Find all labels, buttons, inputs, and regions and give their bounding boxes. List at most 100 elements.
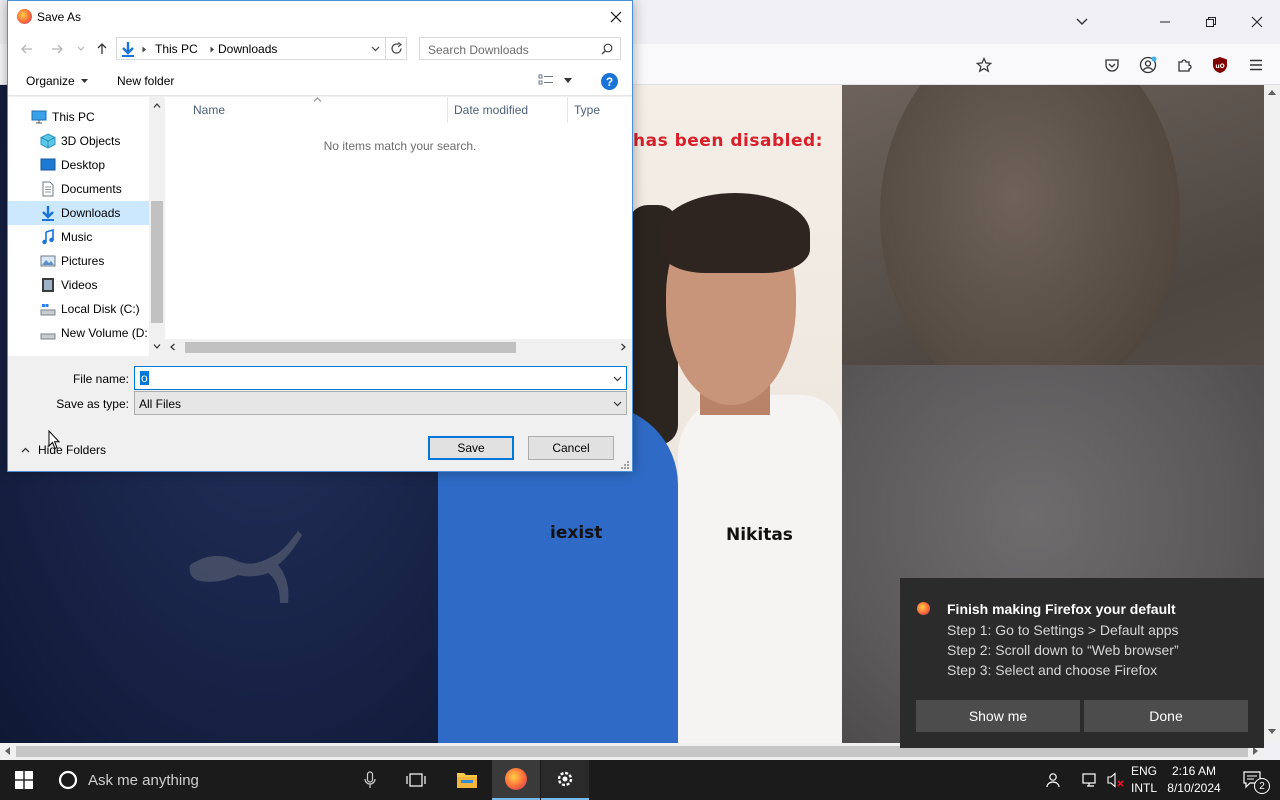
- tree-item-local-disk-c[interactable]: Local Disk (C:): [8, 297, 149, 321]
- chevron-down-icon: [77, 46, 85, 51]
- chevron-down-icon[interactable]: [613, 376, 622, 382]
- save-button[interactable]: Save: [428, 436, 514, 460]
- search-input[interactable]: Search Downloads: [419, 37, 621, 60]
- extensions-icon[interactable]: [1171, 52, 1197, 78]
- back-button[interactable]: [18, 40, 36, 58]
- column-header-type[interactable]: Type: [574, 103, 600, 117]
- disabled-caption: has been disabled:: [633, 131, 823, 151]
- puma-logo: [189, 531, 302, 603]
- tree-item-music[interactable]: Music: [8, 225, 149, 249]
- network-icon: [1082, 773, 1096, 787]
- recent-locations-button[interactable]: [72, 40, 90, 58]
- new-folder-button[interactable]: New folder: [117, 74, 174, 88]
- resize-grip-icon[interactable]: [620, 460, 630, 470]
- menu-icon[interactable]: [1243, 52, 1269, 78]
- tree-item-label: Desktop: [61, 158, 106, 172]
- tree-item-desktop[interactable]: Desktop: [8, 153, 149, 177]
- hide-folders-button[interactable]: Hide Folders: [21, 443, 106, 457]
- scroll-left-icon[interactable]: [4, 747, 10, 755]
- chevron-down-icon: [613, 401, 622, 407]
- page-vertical-scrollbar[interactable]: [1264, 85, 1280, 743]
- up-arrow-icon: [97, 43, 107, 54]
- account-icon[interactable]: [1135, 52, 1161, 78]
- dialog-titlebar[interactable]: Save As: [8, 1, 632, 32]
- up-button[interactable]: [93, 40, 111, 58]
- address-bar[interactable]: This PC Downloads: [116, 37, 407, 60]
- settings-taskbar-button[interactable]: [541, 760, 589, 800]
- volume-button[interactable]: [1104, 760, 1128, 800]
- forward-button[interactable]: [48, 40, 66, 58]
- search-placeholder: Search Downloads: [428, 43, 529, 57]
- scroll-right-icon[interactable]: [621, 343, 626, 351]
- task-view-button[interactable]: [392, 760, 440, 800]
- tree-item-new-volume-d[interactable]: New Volume (D:: [8, 321, 149, 345]
- tree-scrollbar[interactable]: [149, 97, 165, 356]
- dialog-address-row: This PC Downloads Search Downloads: [8, 32, 632, 66]
- file-name-input[interactable]: o: [134, 366, 627, 390]
- tree-item-videos[interactable]: Videos: [8, 273, 149, 297]
- column-divider[interactable]: [567, 97, 568, 123]
- minimize-button[interactable]: [1150, 8, 1180, 36]
- bookmark-star-icon[interactable]: [971, 52, 997, 78]
- tree-item-this-pc[interactable]: This PC: [8, 105, 149, 129]
- organize-button[interactable]: Organize: [26, 74, 88, 88]
- file-name-label: File name:: [72, 372, 129, 386]
- clock-time[interactable]: 2:16 AM: [1162, 764, 1226, 778]
- column-divider[interactable]: [447, 97, 448, 123]
- cortana-icon: [58, 770, 78, 790]
- view-options-button[interactable]: [538, 73, 572, 87]
- clock-date[interactable]: 8/10/2024: [1162, 781, 1226, 795]
- tree-scroll-thumb[interactable]: [151, 201, 163, 323]
- dialog-toolbar: Organize New folder ?: [8, 66, 632, 96]
- microphone-icon[interactable]: [364, 771, 376, 789]
- people-button[interactable]: [1032, 760, 1076, 800]
- close-window-button[interactable]: [1242, 8, 1272, 36]
- refresh-icon[interactable]: [390, 42, 403, 55]
- pocket-icon[interactable]: [1099, 52, 1125, 78]
- scroll-right-icon[interactable]: [1253, 747, 1259, 755]
- forward-arrow-icon: [52, 44, 63, 54]
- address-dropdown-icon[interactable]: [371, 46, 380, 52]
- file-list-hscroll-thumb[interactable]: [185, 342, 516, 353]
- input-language-top[interactable]: ENG: [1128, 764, 1160, 778]
- column-header-name[interactable]: Name: [193, 103, 225, 117]
- file-explorer-taskbar-button[interactable]: [443, 760, 491, 800]
- help-icon[interactable]: ?: [601, 73, 618, 90]
- tree-item-downloads[interactable]: Downloads: [8, 201, 149, 225]
- breadcrumb-downloads[interactable]: Downloads: [218, 42, 277, 56]
- chevron-up-icon: [21, 447, 30, 453]
- show-me-button[interactable]: Show me: [916, 700, 1080, 732]
- scroll-left-icon[interactable]: [170, 343, 175, 351]
- firefox-taskbar-button[interactable]: [492, 760, 540, 800]
- tree-item-documents[interactable]: Documents: [8, 177, 149, 201]
- scroll-down-icon[interactable]: [1268, 729, 1276, 735]
- scroll-up-icon[interactable]: [153, 103, 161, 108]
- list-all-tabs-icon[interactable]: [1067, 8, 1097, 36]
- cancel-button[interactable]: Cancel: [528, 436, 614, 460]
- breadcrumb-this-pc[interactable]: This PC: [155, 42, 198, 56]
- action-center-button[interactable]: 2: [1232, 760, 1272, 800]
- breadcrumb-separator-icon: [210, 46, 214, 53]
- file-list: Name Date modified Type No items match y…: [165, 97, 632, 339]
- dialog-close-button[interactable]: [602, 4, 630, 30]
- restore-button[interactable]: [1196, 8, 1226, 36]
- save-as-type-select[interactable]: All Files: [134, 391, 627, 415]
- start-button[interactable]: [0, 760, 48, 800]
- done-button[interactable]: Done: [1084, 700, 1248, 732]
- ublock-origin-icon[interactable]: uO: [1207, 52, 1233, 78]
- tree-item-label: Music: [61, 230, 93, 244]
- tree-item-pictures[interactable]: Pictures: [8, 249, 149, 273]
- tree-item-label: New Volume (D:: [61, 326, 148, 340]
- scroll-down-icon[interactable]: [153, 344, 161, 349]
- navigation-tree: This PC 3D Objects Desktop Documents Dow…: [8, 97, 149, 356]
- input-language-bottom[interactable]: INTL: [1128, 781, 1160, 795]
- mouse-cursor-icon: [48, 430, 60, 450]
- tree-item-3d-objects[interactable]: 3D Objects: [8, 129, 149, 153]
- column-header-date-modified[interactable]: Date modified: [454, 103, 528, 117]
- firefox-logo-icon: [17, 9, 32, 24]
- windows-logo-icon: [15, 771, 33, 789]
- network-status-button[interactable]: [1078, 760, 1104, 800]
- file-list-horizontal-scrollbar[interactable]: [165, 339, 632, 356]
- taskbar-search-box[interactable]: Ask me anything: [48, 760, 392, 800]
- scroll-up-icon[interactable]: [1268, 89, 1276, 95]
